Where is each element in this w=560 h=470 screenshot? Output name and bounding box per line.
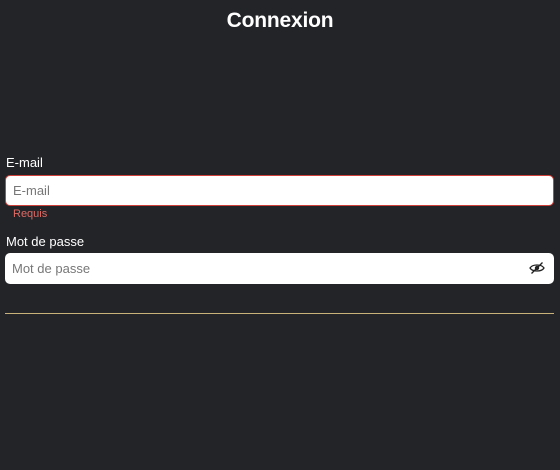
email-field-container [5, 175, 554, 206]
eye-icon[interactable] [529, 261, 545, 275]
password-field[interactable] [12, 253, 512, 284]
page-title: Connexion [226, 9, 334, 32]
email-label: E-mail [6, 155, 43, 170]
email-field[interactable] [13, 176, 513, 205]
email-error-message: Requis [13, 208, 48, 220]
password-field-container [5, 253, 554, 284]
divider [5, 313, 554, 314]
password-label: Mot de passe [6, 234, 85, 249]
